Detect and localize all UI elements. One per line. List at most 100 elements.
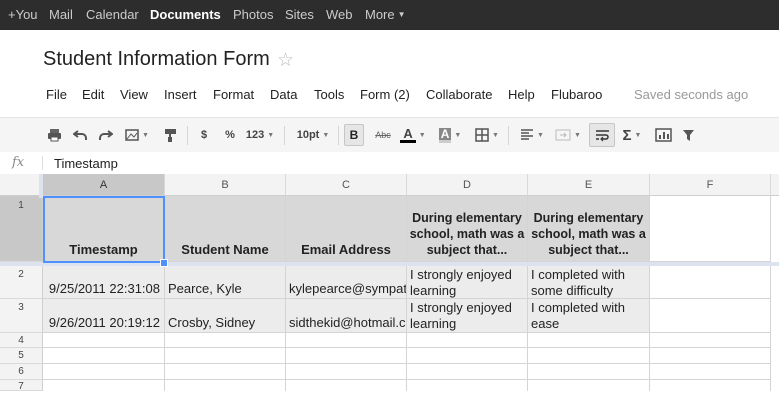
menu-tools[interactable]: Tools: [314, 87, 344, 102]
menu-collaborate[interactable]: Collaborate: [426, 87, 493, 102]
functions-menu[interactable]: Σ ▼: [618, 125, 646, 145]
paint-format-icon[interactable]: [160, 125, 180, 145]
menu-data[interactable]: Data: [270, 87, 297, 102]
empty-cell[interactable]: [43, 333, 165, 348]
data-cell-email[interactable]: kylepearce@sympat: [286, 266, 407, 299]
empty-cell[interactable]: [650, 380, 771, 391]
row-header-6[interactable]: 6: [0, 364, 43, 380]
empty-cell[interactable]: [286, 364, 407, 380]
filter-icon[interactable]: [679, 125, 697, 145]
empty-cell[interactable]: [286, 348, 407, 364]
data-cell-math-question-2[interactable]: I completed with ease: [528, 299, 650, 333]
empty-cell[interactable]: [528, 380, 650, 391]
empty-cell[interactable]: [286, 380, 407, 391]
data-cell-student-name[interactable]: Pearce, Kyle: [165, 266, 286, 299]
wrap-text-button[interactable]: [589, 123, 615, 147]
empty-cell[interactable]: [43, 348, 165, 364]
percent-format-button[interactable]: %: [222, 125, 238, 145]
document-title[interactable]: Student Information Form: [43, 48, 270, 71]
empty-cell[interactable]: [407, 364, 528, 380]
data-cell-math-question-2[interactable]: I completed with some difficulty: [528, 266, 650, 299]
menu-help[interactable]: Help: [508, 87, 535, 102]
undo-icon[interactable]: [71, 125, 89, 145]
menu-view[interactable]: View: [120, 87, 148, 102]
gbar-link-web[interactable]: Web: [326, 7, 353, 22]
empty-cell[interactable]: [165, 380, 286, 391]
column-header-e[interactable]: E: [528, 174, 650, 196]
empty-cell[interactable]: [528, 364, 650, 380]
select-all-corner[interactable]: [0, 174, 43, 196]
column-header-c[interactable]: C: [286, 174, 407, 196]
data-cell-email[interactable]: sidthekid@hotmail.c: [286, 299, 407, 333]
empty-cell[interactable]: [165, 348, 286, 364]
header-cell-math-question-2[interactable]: During elementary school, math was a sub…: [528, 196, 650, 262]
gbar-link-documents[interactable]: Documents: [150, 7, 221, 22]
data-cell-timestamp[interactable]: 9/26/2011 20:19:12: [43, 299, 165, 333]
redo-icon[interactable]: [96, 125, 114, 145]
empty-cell[interactable]: [43, 380, 165, 391]
menu-format[interactable]: Format: [213, 87, 254, 102]
row-header-1[interactable]: 1: [0, 196, 43, 262]
gbar-link-photos[interactable]: Photos: [233, 7, 273, 22]
menu-form[interactable]: Form (2): [360, 87, 410, 102]
menu-flubaroo[interactable]: Flubaroo: [551, 87, 602, 102]
currency-format-button[interactable]: $: [196, 125, 212, 145]
column-header-b[interactable]: B: [165, 174, 286, 196]
row-header-3[interactable]: 3: [0, 299, 43, 333]
empty-cell[interactable]: [650, 364, 771, 380]
empty-cell[interactable]: [286, 333, 407, 348]
insert-image-menu[interactable]: ▼: [120, 125, 154, 145]
align-menu[interactable]: ▼: [516, 125, 548, 145]
fill-handle[interactable]: [160, 259, 168, 267]
frozen-column-handle[interactable]: [39, 174, 43, 198]
empty-cell[interactable]: [650, 333, 771, 348]
insert-chart-icon[interactable]: [652, 125, 674, 145]
row-header-2[interactable]: 2: [0, 266, 43, 299]
star-icon[interactable]: ☆: [277, 51, 294, 71]
gbar-link-you[interactable]: +You: [8, 7, 38, 22]
header-cell-student-name[interactable]: Student Name: [165, 196, 286, 262]
empty-cell[interactable]: [407, 380, 528, 391]
row-header-5[interactable]: 5: [0, 348, 43, 364]
fill-color-menu[interactable]: A ▼: [434, 125, 466, 145]
data-cell-timestamp[interactable]: 9/25/2011 22:31:08: [43, 266, 165, 299]
strikethrough-button[interactable]: Abc: [372, 125, 394, 145]
menu-file[interactable]: File: [46, 87, 67, 102]
empty-cell[interactable]: [43, 364, 165, 380]
empty-cell[interactable]: [407, 348, 528, 364]
data-cell-math-question-1[interactable]: I strongly enjoyed learning: [407, 266, 528, 299]
data-cell-math-question-1[interactable]: I strongly enjoyed learning: [407, 299, 528, 333]
empty-cell[interactable]: [650, 348, 771, 364]
column-header-d[interactable]: D: [407, 174, 528, 196]
gbar-link-calendar[interactable]: Calendar: [86, 7, 139, 22]
number-format-menu[interactable]: 123 ▼: [244, 125, 276, 145]
cell-f3[interactable]: [650, 299, 771, 333]
cell-f1[interactable]: [650, 196, 771, 262]
empty-cell[interactable]: [165, 364, 286, 380]
column-header-f[interactable]: F: [650, 174, 771, 196]
column-header-g[interactable]: [771, 174, 779, 196]
merge-cells-menu[interactable]: ▼: [553, 125, 583, 145]
header-cell-email[interactable]: Email Address: [286, 196, 407, 262]
formula-input[interactable]: Timestamp: [54, 156, 118, 171]
cell-f2[interactable]: [650, 266, 771, 299]
menu-edit[interactable]: Edit: [82, 87, 104, 102]
gbar-more-menu[interactable]: More ▼: [365, 7, 406, 22]
gbar-link-sites[interactable]: Sites: [285, 7, 314, 22]
gbar-link-mail[interactable]: Mail: [49, 7, 73, 22]
menu-insert[interactable]: Insert: [164, 87, 197, 102]
font-size-menu[interactable]: 10pt ▼: [293, 125, 333, 145]
row-header-4[interactable]: 4: [0, 333, 43, 348]
empty-cell[interactable]: [165, 333, 286, 348]
borders-menu[interactable]: ▼: [471, 125, 503, 145]
text-color-menu[interactable]: A ▼: [397, 125, 429, 145]
header-cell-math-question-1[interactable]: During elementary school, math was a sub…: [407, 196, 528, 262]
print-icon[interactable]: [45, 125, 63, 145]
column-header-a[interactable]: A: [43, 174, 165, 196]
empty-cell[interactable]: [528, 333, 650, 348]
row-header-7[interactable]: 7: [0, 380, 43, 392]
bold-button[interactable]: B: [344, 124, 364, 146]
empty-cell[interactable]: [407, 333, 528, 348]
empty-cell[interactable]: [528, 348, 650, 364]
data-cell-student-name[interactable]: Crosby, Sidney: [165, 299, 286, 333]
